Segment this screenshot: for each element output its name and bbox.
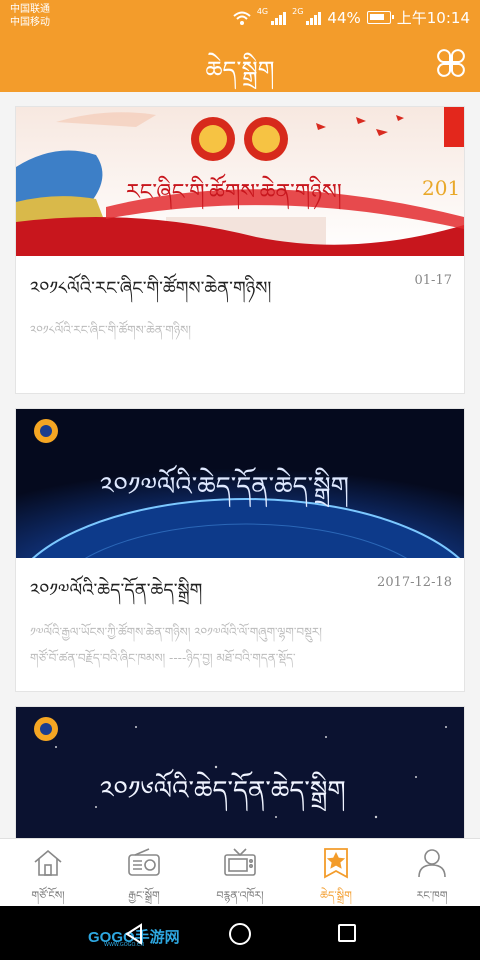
four-leaf-menu-icon[interactable] [436, 48, 466, 78]
status-bar: 中国联通 中国移动 4G 2G 44% 上午10:14 [0, 0, 480, 34]
tab-tv[interactable]: བརྙན་འཁོར། [192, 839, 288, 906]
card-banner-image[interactable]: ༢༠༡༦ལོའི་ཆེད་དོན་ཆེད་སྒྲིག [16, 707, 464, 838]
signal-icon-2 [306, 11, 322, 25]
home-button-icon[interactable] [229, 923, 251, 945]
card-banner-image[interactable]: ༢༠༡༧ལོའི་ཆེད་དོན་ཆེད་སྒྲིག [16, 409, 464, 558]
bottom-tab-bar: གཙོ་ངོས། རྒྱང་སྒྲོག བརྙན་འཁོར། ཆེད་སྒྲིག… [0, 838, 480, 906]
card-banner-image[interactable]: རང་ཞིང་གི་ཚོགས་ཆེན་གཉིས། 201 [16, 107, 464, 256]
signal-icon-1 [271, 11, 287, 25]
tab-special-topic[interactable]: ཆེད་སྒྲིག [288, 839, 384, 906]
card-title[interactable]: ༢༠༡༧ལོའི་ཆེད་དོན་ཆེད་སྒྲིག [30, 571, 202, 621]
user-icon [418, 849, 446, 878]
app-header: ཆེད་སྒྲིག [0, 34, 480, 92]
network-type-1: 4G [256, 7, 269, 16]
status-icons: 4G 2G 44% 上午10:14 [233, 7, 470, 28]
special-topic-icon [324, 848, 348, 879]
wifi-icon [233, 11, 251, 25]
topic-card[interactable]: ༢༠༡༦ལོའི་ཆེད་དོན་ཆེད་སྒྲིག [15, 706, 465, 838]
back-icon[interactable] [124, 923, 144, 945]
home-icon [34, 849, 62, 876]
carrier-1: 中国联通 [10, 4, 50, 15]
network-type-2: 2G [292, 7, 304, 16]
clock: 上午10:14 [396, 9, 470, 27]
tv-icon [224, 848, 256, 876]
system-nav-bar: GOGO手游网 WWW.GOGO.CN [0, 906, 480, 960]
card-date: 2017-12-18 [377, 575, 452, 590]
carrier-2: 中国移动 [10, 17, 50, 28]
battery-icon [366, 11, 394, 24]
card-summary: ༢༠༡༨ལོའི་རང་ཞིང་གི་ཚོགས་ཆེན་གཉིས། [30, 323, 191, 337]
recent-apps-icon[interactable] [338, 924, 356, 942]
banner-year: 201 [422, 176, 460, 200]
tab-radio[interactable]: རྒྱང་སྒྲོག [96, 839, 192, 906]
card-date: 01-17 [414, 273, 452, 288]
topic-list[interactable]: རང་ཞིང་གི་ཚོགས་ཆེན་གཉིས། 201 ༢༠༡༨ལོའི་རང… [0, 92, 480, 838]
card-summary: ༡༧ལོའི་རྒྱལ་ཡོངས་ཀྱི་ཚོགས་ཆེན་གཉིས། ༢༠༡༧… [30, 625, 322, 665]
battery-percent: 44% [327, 8, 361, 27]
tab-user[interactable]: རང་ཁག [384, 839, 480, 906]
topic-card[interactable]: ༢༠༡༧ལོའི་ཆེད་དོན་ཆེད་སྒྲིག ༢༠༡༧ལོའི་ཆེད་… [15, 408, 465, 692]
topic-card[interactable]: རང་ཞིང་གི་ཚོགས་ཆེན་གཉིས། 201 ༢༠༡༨ལོའི་རང… [15, 106, 465, 394]
tab-home[interactable]: གཙོ་ངོས། [0, 839, 96, 906]
carrier-info: 中国联通 中国移动 [10, 3, 50, 29]
card-title[interactable]: ༢༠༡༨ལོའི་རང་ཞིང་གི་ཚོགས་ཆེན་གཉིས། [30, 269, 271, 319]
radio-icon [128, 848, 160, 876]
